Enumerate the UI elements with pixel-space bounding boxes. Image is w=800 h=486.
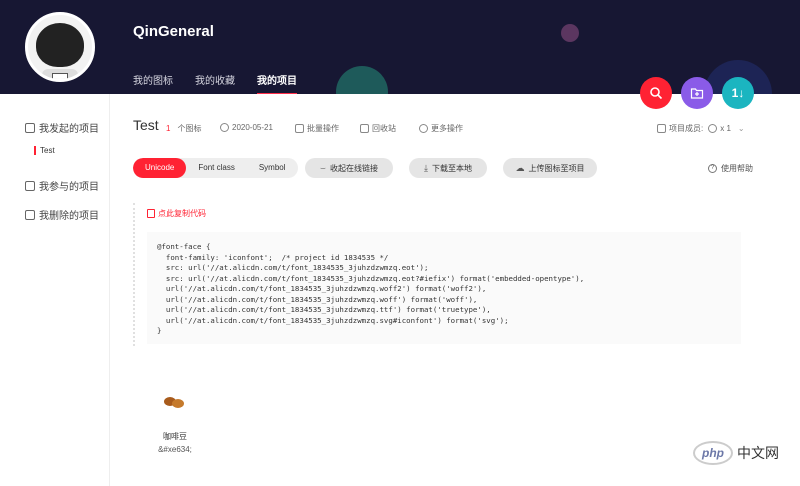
- upload-icon: ☁: [515, 162, 525, 173]
- more-actions-button[interactable]: 更多操作: [419, 123, 463, 134]
- help-icon: ?: [708, 164, 717, 173]
- sidebar-item-deleted-projects[interactable]: 我删除的项目: [25, 207, 99, 222]
- coffee-bean-icon: [164, 393, 186, 409]
- link-icon: ⌣: [320, 162, 326, 173]
- icon-count: 1 个图标: [166, 123, 201, 134]
- icon-code: &#xe634;: [158, 445, 192, 454]
- batch-operation-button[interactable]: 批量操作: [295, 123, 339, 134]
- batch-operation-label: 批量操作: [307, 124, 339, 133]
- astronaut-helmet-icon: [36, 23, 84, 67]
- sidebar-item-label: 我发起的项目: [39, 124, 99, 135]
- username: QinGeneral: [133, 23, 214, 40]
- tab-my-projects[interactable]: 我的项目: [257, 72, 297, 94]
- sort-button[interactable]: 1↓: [722, 77, 754, 109]
- copy-code-label: 点此复制代码: [158, 209, 206, 218]
- icon-name: 咖啡豆: [163, 432, 187, 441]
- project-icon: [25, 122, 35, 133]
- member-avatar-icon: [708, 124, 718, 133]
- search-button[interactable]: [640, 77, 672, 109]
- upload-label: 上传图标至项目: [528, 163, 585, 173]
- decor-circle: [561, 24, 579, 42]
- project-date-text: 2020-05-21: [232, 123, 273, 132]
- trash-icon: [360, 124, 369, 133]
- avatar[interactable]: [25, 12, 95, 82]
- sidebar-item-joined-projects[interactable]: 我参与的项目: [25, 178, 99, 193]
- tab-font-class[interactable]: Font class: [186, 158, 246, 178]
- font-face-code[interactable]: @font-face { font-family: 'iconfont'; /*…: [147, 232, 741, 344]
- sort-icon: 1↓: [731, 86, 745, 100]
- decor-circle: [336, 66, 388, 94]
- more-icon: [419, 124, 428, 133]
- tab-unicode[interactable]: Unicode: [133, 158, 187, 178]
- project-title: Test: [133, 117, 159, 133]
- more-actions-label: 更多操作: [431, 124, 463, 133]
- members-icon: [657, 124, 666, 133]
- icon-count-value: 1: [166, 124, 171, 133]
- project-icon: [25, 209, 35, 220]
- members-count: x 1: [720, 124, 731, 133]
- project-icon: [25, 180, 35, 191]
- php-logo-icon: php: [693, 441, 733, 465]
- help-label: 使用帮助: [721, 164, 753, 173]
- collapse-online-link-label: 收起在线链接: [329, 163, 378, 173]
- sidebar-item-label: 我参与的项目: [39, 182, 99, 193]
- download-label: 下载至本地: [431, 163, 472, 173]
- search-icon: [650, 87, 663, 100]
- format-tabs: Unicode Font class Symbol: [133, 158, 298, 178]
- project-members[interactable]: 项目成员: x 1 ⌄: [657, 123, 745, 134]
- header: QinGeneral 我的图标 我的收藏 我的项目: [0, 0, 800, 94]
- icon-card[interactable]: 咖啡豆 &#xe634;: [140, 385, 210, 465]
- download-button[interactable]: ⤓ 下载至本地: [409, 158, 487, 178]
- add-folder-button[interactable]: [681, 77, 713, 109]
- tab-my-icons[interactable]: 我的图标: [133, 72, 173, 94]
- tab-my-favorites[interactable]: 我的收藏: [195, 72, 235, 94]
- folder-plus-icon: [690, 88, 704, 99]
- copy-code-link[interactable]: 点此复制代码: [147, 208, 206, 219]
- project-date: 2020-05-21: [220, 123, 273, 132]
- sidebar-item-created-projects[interactable]: 我发起的项目: [25, 120, 99, 135]
- watermark-logo: php 中文网: [693, 440, 779, 466]
- recycle-bin-button[interactable]: 回收站: [360, 123, 396, 134]
- copy-icon: [147, 209, 155, 218]
- upload-icon-button[interactable]: ☁ 上传图标至项目: [503, 158, 597, 178]
- members-label: 项目成员:: [669, 124, 704, 133]
- collapse-online-link-button[interactable]: ⌣ 收起在线链接: [305, 158, 393, 178]
- clock-icon: [220, 123, 229, 132]
- sidebar-item-label: 我删除的项目: [39, 211, 99, 222]
- help-link[interactable]: ? 使用帮助: [708, 163, 753, 174]
- download-icon: ⤓: [424, 162, 428, 173]
- chevron-down-icon: ⌄: [737, 124, 745, 133]
- recycle-bin-label: 回收站: [372, 124, 396, 133]
- grid-icon: [295, 124, 304, 133]
- sidebar: [0, 94, 110, 486]
- header-tabs: 我的图标 我的收藏 我的项目: [133, 72, 319, 94]
- astronaut-badge-icon: [52, 73, 68, 79]
- tab-symbol[interactable]: Symbol: [247, 158, 298, 178]
- watermark-text: 中文网: [737, 443, 779, 463]
- sidebar-subitem-test[interactable]: Test: [34, 146, 55, 155]
- icon-count-unit: 个图标: [177, 124, 202, 133]
